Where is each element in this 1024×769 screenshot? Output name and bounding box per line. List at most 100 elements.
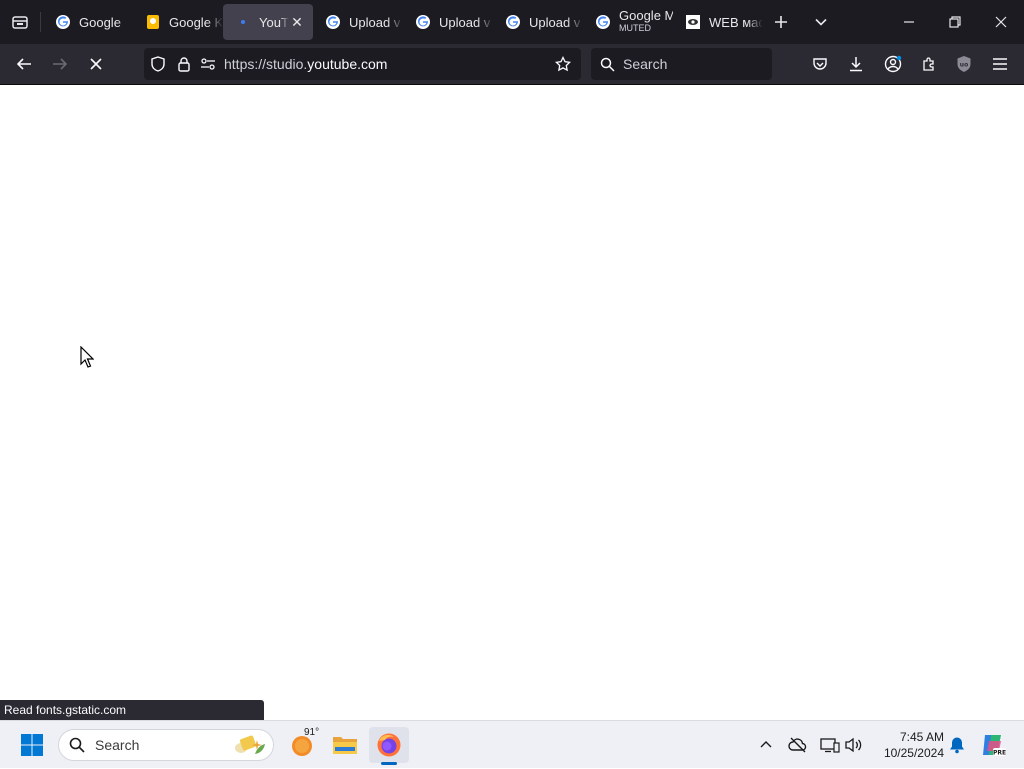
tab-title-block: Google M MUTED bbox=[619, 10, 673, 34]
forward-button[interactable] bbox=[42, 48, 78, 80]
speaker-icon bbox=[845, 737, 862, 753]
tab-web[interactable]: WEB мас bbox=[673, 4, 763, 40]
minimize-icon bbox=[904, 21, 914, 23]
firefox-taskbar-button[interactable] bbox=[369, 727, 409, 765]
folder-icon bbox=[333, 737, 357, 754]
close-tab-icon[interactable]: ✕ bbox=[289, 14, 305, 31]
tab-separator bbox=[40, 12, 41, 32]
lock-icon[interactable] bbox=[172, 48, 196, 80]
web-icon bbox=[685, 14, 701, 30]
search-icon bbox=[59, 737, 95, 753]
copilot-icon: PRE bbox=[983, 735, 1006, 757]
taskbar: Search 91° 7:45 AM 10/25/2024 PRE bbox=[0, 720, 1024, 768]
tab-upload-1[interactable]: Upload v bbox=[313, 4, 403, 40]
bookmark-star-icon[interactable] bbox=[549, 48, 577, 80]
notifications-button[interactable] bbox=[946, 721, 968, 769]
tab-google-muted[interactable]: Google M MUTED bbox=[583, 4, 673, 40]
firefox-view-button[interactable] bbox=[0, 0, 40, 44]
system-clock[interactable]: 7:45 AM 10/25/2024 bbox=[874, 729, 944, 761]
tab-upload-3[interactable]: Upload v bbox=[493, 4, 583, 40]
google-icon bbox=[325, 14, 341, 30]
ublock-button[interactable]: uo bbox=[948, 48, 980, 80]
show-hidden-icons-button[interactable] bbox=[754, 721, 778, 769]
close-window-button[interactable] bbox=[978, 0, 1024, 44]
restore-icon bbox=[949, 16, 961, 28]
weather-temperature: 91° bbox=[304, 727, 320, 738]
windows-logo-icon bbox=[21, 734, 43, 756]
tracking-protection-icon[interactable] bbox=[144, 48, 172, 80]
account-button[interactable] bbox=[877, 48, 909, 80]
tab-title: Upload v bbox=[529, 14, 581, 30]
downloads-button[interactable] bbox=[840, 48, 872, 80]
file-explorer-button[interactable] bbox=[325, 727, 365, 763]
list-all-tabs-button[interactable] bbox=[799, 0, 843, 44]
bell-icon bbox=[950, 737, 964, 754]
search-highlight-icon bbox=[227, 732, 269, 761]
account-icon bbox=[884, 55, 902, 73]
restore-button[interactable] bbox=[932, 0, 978, 44]
tab-title: Google K bbox=[169, 14, 223, 30]
tab-muted-label: MUTED bbox=[619, 23, 651, 33]
search-icon bbox=[591, 57, 623, 72]
navigation-toolbar: https://studio.youtube.com Search uo bbox=[0, 44, 1024, 85]
puzzle-icon bbox=[923, 57, 934, 71]
taskbar-search-placeholder: Search bbox=[95, 737, 140, 753]
new-tab-button[interactable] bbox=[763, 0, 799, 44]
volume-button[interactable] bbox=[842, 721, 866, 769]
google-icon bbox=[415, 14, 431, 30]
start-button[interactable] bbox=[12, 727, 52, 763]
keep-icon bbox=[145, 14, 161, 30]
taskbar-search[interactable]: Search bbox=[58, 729, 274, 761]
extensions-button[interactable] bbox=[913, 48, 945, 80]
weather-widget[interactable]: 91° bbox=[282, 727, 322, 763]
tab-google-keep[interactable]: Google K bbox=[133, 4, 223, 40]
onedrive-button[interactable] bbox=[786, 721, 810, 769]
pocket-button[interactable] bbox=[804, 48, 836, 80]
back-button[interactable] bbox=[6, 48, 42, 80]
ublock-shield-icon: uo bbox=[957, 56, 971, 72]
tab-bar: Google Google K YouTube ✕ Upload v Uploa… bbox=[0, 0, 1024, 44]
clock-time: 7:45 AM bbox=[899, 730, 944, 744]
url-text[interactable]: https://studio.youtube.com bbox=[224, 56, 387, 72]
cloud-off-icon bbox=[788, 737, 807, 753]
stop-loading-button[interactable] bbox=[78, 48, 114, 80]
clock-date: 10/25/2024 bbox=[883, 746, 944, 760]
minimize-button[interactable] bbox=[886, 0, 932, 44]
permissions-icon[interactable] bbox=[196, 48, 220, 80]
menu-button[interactable] bbox=[984, 48, 1016, 80]
arrow-left-icon bbox=[16, 58, 31, 70]
hamburger-icon bbox=[993, 58, 1007, 70]
tab-upload-2[interactable]: Upload v bbox=[403, 4, 493, 40]
network-icon bbox=[820, 738, 840, 753]
chevron-down-icon bbox=[815, 18, 827, 26]
stop-icon bbox=[90, 58, 102, 70]
firefox-view-icon bbox=[12, 16, 28, 29]
status-panel: Read fonts.gstatic.com bbox=[0, 700, 264, 720]
tab-title: YouTube bbox=[259, 14, 289, 30]
firefox-icon bbox=[377, 733, 401, 757]
network-button[interactable] bbox=[818, 721, 842, 769]
tab-youtube[interactable]: YouTube ✕ bbox=[223, 4, 313, 40]
tab-title: Google bbox=[79, 14, 121, 30]
loading-dot-icon bbox=[235, 14, 251, 30]
plus-icon bbox=[775, 16, 787, 28]
tab-title: WEB мас bbox=[709, 14, 763, 30]
url-prefix: https://studio. bbox=[224, 56, 308, 72]
tab-title: Upload v bbox=[349, 14, 401, 30]
page-content bbox=[0, 85, 1024, 720]
download-icon bbox=[850, 57, 862, 72]
svg-text:uo: uo bbox=[960, 62, 968, 69]
pocket-icon bbox=[813, 58, 827, 70]
active-app-indicator bbox=[381, 762, 397, 765]
tab-google[interactable]: Google bbox=[43, 4, 133, 40]
chevron-up-icon bbox=[760, 741, 772, 748]
svg-text:PRE: PRE bbox=[993, 750, 1006, 757]
mouse-cursor-icon bbox=[80, 345, 95, 373]
search-placeholder: Search bbox=[623, 56, 668, 72]
google-icon bbox=[505, 14, 521, 30]
google-icon bbox=[55, 14, 71, 30]
search-bar[interactable]: Search bbox=[591, 48, 772, 80]
copilot-button[interactable]: PRE bbox=[976, 721, 1010, 769]
close-icon bbox=[995, 16, 1007, 28]
address-bar[interactable]: https://studio.youtube.com bbox=[144, 48, 581, 80]
